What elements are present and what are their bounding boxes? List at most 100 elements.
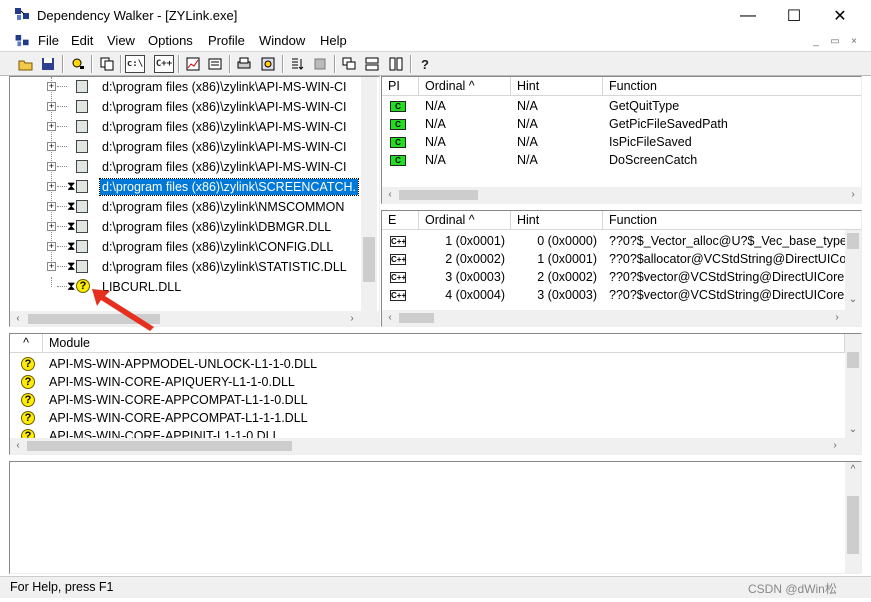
exports-col-header[interactable]: E bbox=[382, 211, 419, 230]
scroll-left-icon[interactable]: ‹ bbox=[10, 311, 26, 326]
tree-node[interactable]: + ⧗ d:\program files (x86)\zylink\CONFIG.D… bbox=[10, 237, 370, 257]
tree-node[interactable]: + d:\program files (x86)\zylink\API-MS-WI… bbox=[10, 77, 370, 97]
exports-vertical-scrollbar[interactable]: ⌄ bbox=[845, 230, 861, 310]
cascade-icon[interactable] bbox=[339, 55, 359, 73]
module-name[interactable]: API-MS-WIN-CORE-APPCOMPAT-L1-1-1.DLL bbox=[49, 409, 308, 427]
menu-edit[interactable]: Edit bbox=[71, 33, 93, 48]
tile-horizontal-icon[interactable] bbox=[362, 55, 382, 73]
expand-icon[interactable]: + bbox=[47, 262, 56, 271]
mdi-close-button[interactable]: × bbox=[846, 35, 862, 49]
menu-options[interactable]: Options bbox=[148, 33, 193, 48]
tree-node[interactable]: + ⧗ d:\program files (x86)\zylink\DBMGR.DL… bbox=[10, 217, 370, 237]
imports-col-header[interactable]: Function bbox=[603, 77, 861, 96]
import-function[interactable]: IsPicFileSaved bbox=[609, 133, 859, 151]
tree-horizontal-scrollbar[interactable]: ‹ › bbox=[10, 311, 379, 326]
maximize-button[interactable]: ☐ bbox=[771, 0, 817, 31]
mdi-restore-button[interactable]: ▭ bbox=[827, 35, 843, 49]
expand-icon[interactable]: + bbox=[47, 162, 56, 171]
import-function[interactable]: GetQuitType bbox=[609, 97, 859, 115]
chart-icon[interactable] bbox=[183, 55, 203, 73]
imports-col-header[interactable]: Ordinal ^ bbox=[419, 77, 511, 96]
expand-icon[interactable]: + bbox=[47, 102, 56, 111]
tree-node[interactable]: ⧗? LIBCURL.DLL bbox=[10, 277, 370, 297]
view-module-icon[interactable] bbox=[258, 55, 278, 73]
exports-vscroll-thumb[interactable] bbox=[847, 233, 859, 249]
expand-icon[interactable]: + bbox=[47, 142, 56, 151]
menu-help[interactable]: Help bbox=[320, 33, 347, 48]
save-icon[interactable] bbox=[38, 55, 58, 73]
import-ordinal: N/A bbox=[425, 117, 446, 131]
copy-icon[interactable] bbox=[97, 55, 117, 73]
export-function[interactable]: ??0?$allocator@VCStdString@DirectUICo bbox=[609, 250, 845, 268]
modules-hscroll-thumb[interactable] bbox=[27, 441, 292, 451]
tree-node[interactable]: + ⧗ d:\program files (x86)\zylink\STATISTI… bbox=[10, 257, 370, 277]
export-function[interactable]: ??0?$vector@VCStdString@DirectUICore bbox=[609, 286, 845, 304]
sort-icon[interactable] bbox=[287, 55, 307, 73]
scroll-left-icon[interactable]: ‹ bbox=[382, 310, 398, 326]
minimize-button[interactable]: — bbox=[725, 0, 771, 31]
modules-col-header[interactable]: ^ bbox=[10, 334, 43, 353]
menu-profile[interactable]: Profile bbox=[208, 33, 245, 48]
tree-node[interactable]: + ⧗ d:\program files (x86)\zylink\NMSCOMMO… bbox=[10, 197, 370, 217]
menu-window[interactable]: Window bbox=[259, 33, 305, 48]
tile-vertical-icon[interactable] bbox=[386, 55, 406, 73]
open-icon[interactable] bbox=[16, 55, 36, 73]
tree-node[interactable]: + ⧗ d:\program files (x86)\zylink\SCREENCA… bbox=[10, 177, 370, 197]
modules-vertical-scrollbar[interactable]: ⌄ bbox=[845, 334, 861, 438]
scroll-right-icon[interactable]: › bbox=[845, 187, 861, 203]
tree-node[interactable]: + d:\program files (x86)\zylink\API-MS-WI… bbox=[10, 137, 370, 157]
imports-horizontal-scrollbar[interactable]: ‹ › bbox=[382, 187, 861, 203]
tree-vscroll-thumb[interactable] bbox=[363, 237, 375, 282]
scroll-down-icon[interactable]: ⌄ bbox=[845, 292, 861, 308]
tree-vertical-scrollbar[interactable] bbox=[361, 77, 377, 311]
export-function[interactable]: ??0?$_Vector_alloc@U?$_Vec_base_types bbox=[609, 232, 845, 250]
scroll-right-icon[interactable]: › bbox=[344, 311, 360, 326]
log-vscroll-thumb[interactable] bbox=[847, 496, 859, 554]
modules-vscroll-thumb[interactable] bbox=[847, 352, 859, 368]
scroll-up-icon[interactable]: ^ bbox=[845, 462, 861, 478]
print-icon[interactable] bbox=[234, 55, 254, 73]
imports-col-header[interactable]: PI bbox=[382, 77, 419, 96]
properties-icon[interactable] bbox=[205, 55, 225, 73]
find-icon[interactable] bbox=[68, 55, 88, 73]
imports-col-header[interactable]: Hint bbox=[511, 77, 603, 96]
exports-col-header[interactable]: Function bbox=[603, 211, 861, 230]
menu-view[interactable]: View bbox=[107, 33, 135, 48]
modules-horizontal-scrollbar[interactable]: ‹ › bbox=[10, 438, 861, 454]
full-paths-button[interactable]: c:\ bbox=[125, 55, 145, 73]
import-function[interactable]: DoScreenCatch bbox=[609, 151, 859, 169]
module-name[interactable]: API-MS-WIN-CORE-APIQUERY-L1-1-0.DLL bbox=[49, 373, 295, 391]
expand-icon[interactable]: + bbox=[47, 82, 56, 91]
tree-node[interactable]: + d:\program files (x86)\zylink\API-MS-WI… bbox=[10, 117, 370, 137]
exports-horizontal-scrollbar[interactable]: ‹ › bbox=[382, 310, 861, 326]
module-name[interactable]: API-MS-WIN-APPMODEL-UNLOCK-L1-1-0.DLL bbox=[49, 355, 317, 373]
scroll-right-icon[interactable]: › bbox=[829, 310, 845, 326]
configure-icon[interactable] bbox=[310, 55, 330, 73]
expand-icon[interactable]: + bbox=[47, 122, 56, 131]
mdi-minimize-button[interactable]: _ bbox=[808, 35, 824, 49]
expand-icon[interactable]: + bbox=[47, 202, 56, 211]
scroll-down-icon[interactable]: ⌄ bbox=[845, 422, 861, 438]
tree-node[interactable]: + d:\program files (x86)\zylink\API-MS-WI… bbox=[10, 97, 370, 117]
expand-icon[interactable]: + bbox=[47, 222, 56, 231]
expand-icon[interactable]: + bbox=[47, 182, 56, 191]
exports-hscroll-thumb[interactable] bbox=[399, 313, 434, 323]
modules-col-header[interactable]: Module bbox=[43, 334, 845, 353]
tree-node[interactable]: + d:\program files (x86)\zylink\API-MS-WI… bbox=[10, 157, 370, 177]
undecorate-cpp-button[interactable]: C++ bbox=[154, 55, 174, 73]
scroll-left-icon[interactable]: ‹ bbox=[10, 438, 26, 454]
delay-load-icon: ⧗ bbox=[67, 239, 76, 253]
exports-col-header[interactable]: Hint bbox=[511, 211, 603, 230]
log-vertical-scrollbar[interactable]: ^ bbox=[845, 462, 861, 573]
menu-file[interactable]: File bbox=[38, 33, 59, 48]
close-button[interactable]: ✕ bbox=[817, 0, 863, 31]
scroll-right-icon[interactable]: › bbox=[827, 438, 843, 454]
expand-icon[interactable]: + bbox=[47, 242, 56, 251]
exports-col-header[interactable]: Ordinal ^ bbox=[419, 211, 511, 230]
import-function[interactable]: GetPicFileSavedPath bbox=[609, 115, 859, 133]
context-help-button[interactable]: ? bbox=[415, 55, 435, 73]
imports-hscroll-thumb[interactable] bbox=[399, 190, 478, 200]
export-function[interactable]: ??0?$vector@VCStdString@DirectUICore bbox=[609, 268, 845, 286]
scroll-left-icon[interactable]: ‹ bbox=[382, 187, 398, 203]
module-name[interactable]: API-MS-WIN-CORE-APPCOMPAT-L1-1-0.DLL bbox=[49, 391, 308, 409]
